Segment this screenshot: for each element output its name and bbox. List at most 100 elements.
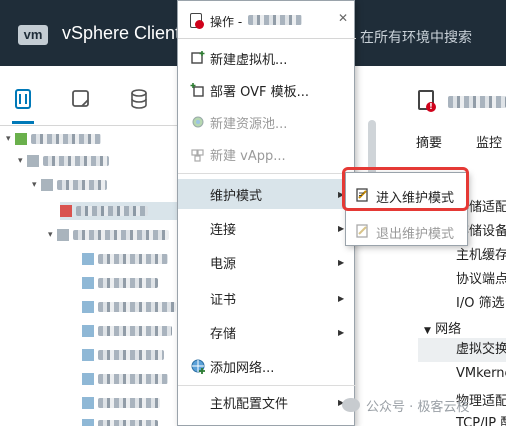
tree-node-vm[interactable] <box>82 416 158 426</box>
tree-node-vm[interactable] <box>82 250 168 268</box>
tree-node-cluster[interactable]: ▾ <box>32 176 107 194</box>
hosts-clusters-icon[interactable] <box>12 88 34 124</box>
wechat-icon <box>342 398 360 412</box>
inventory-nav-tabs <box>0 66 180 126</box>
app-title: vSphere Client <box>62 23 181 43</box>
context-menu-title: 操作 - <box>210 15 243 29</box>
vm-icon <box>82 253 94 265</box>
tab-monitor[interactable]: 监控 <box>476 132 502 151</box>
vm-icon <box>82 397 94 409</box>
menu-item-label: 添加网络... <box>210 360 275 376</box>
vm-icon <box>82 301 94 313</box>
chevron-right-icon: ▶ <box>338 327 345 337</box>
host-alert-icon <box>190 13 204 29</box>
tree-node-vm[interactable] <box>82 298 176 316</box>
context-menu-header: 操作 - ✕ <box>178 1 356 39</box>
config-item-vmkernel-adapters[interactable]: VMkerne <box>456 366 506 381</box>
global-search-input[interactable]: 在所有环境中搜索 <box>360 27 472 47</box>
chevron-down-icon[interactable]: ▾ <box>32 180 41 190</box>
obscured-label <box>98 398 160 408</box>
config-section-networking[interactable]: ▼ 网络 <box>424 318 461 337</box>
tree-node-vcenter[interactable]: ▾ <box>6 130 101 148</box>
menu-item-label: 电源 <box>210 256 237 272</box>
vmware-logo[interactable]: vm <box>18 25 48 45</box>
annotation-highlight-box <box>342 167 469 211</box>
menu-item-label: 主机配置文件 <box>210 396 289 412</box>
menu-item-label: 退出维护模式 <box>376 227 455 242</box>
resource-pool-icon <box>190 114 206 130</box>
vm-icon <box>82 373 94 385</box>
menu-item-label: 存储 <box>210 326 237 342</box>
config-item-host-cache[interactable]: 主机缓存 <box>456 244 506 263</box>
watermark-text: 公众号 · 极客云枝 <box>366 400 470 415</box>
alert-icon <box>195 20 204 29</box>
menu-item-new-resource-pool[interactable]: 新建资源池... <box>178 107 356 137</box>
chevron-down-icon[interactable]: ▾ <box>6 134 15 144</box>
menu-item-label: 维护模式 <box>210 188 263 204</box>
datacenter-icon <box>27 155 39 167</box>
tree-node-vm[interactable] <box>82 274 158 292</box>
obscured-label <box>76 206 148 216</box>
tree-node-datacenter[interactable]: ▾ <box>18 152 109 170</box>
vms-templates-icon[interactable] <box>70 88 92 110</box>
menu-item-new-vapp[interactable]: 新建 vApp... <box>178 139 356 169</box>
obscured-label <box>98 254 168 264</box>
obscured-label <box>57 180 107 190</box>
chevron-down-icon: ▼ <box>424 326 431 336</box>
object-detail-panel: ! 摘要 监控 存储适配 存储设备 主机缓存 协议端点 I/O 筛选 ▼ 网络 … <box>396 66 506 426</box>
menu-item-host-profiles[interactable]: 主机配置文件 ▶ <box>178 387 356 417</box>
vcenter-icon <box>15 133 27 145</box>
chevron-right-icon: ▶ <box>338 223 345 233</box>
exit-maintenance-mode-item[interactable]: 退出维护模式 <box>346 217 469 245</box>
menu-item-maintenance-mode[interactable]: 维护模式 ▶ <box>178 179 356 209</box>
deploy-ovf-icon <box>190 82 206 98</box>
tree-node-vm[interactable] <box>82 322 172 340</box>
chevron-right-icon: ▶ <box>338 293 345 303</box>
menu-item-label: 部署 OVF 模板... <box>210 84 310 100</box>
menu-item-add-networking[interactable]: 添加网络... <box>178 351 356 381</box>
tree-node-vm[interactable] <box>82 394 160 412</box>
obscured-label <box>31 134 101 144</box>
vm-icon <box>82 349 94 361</box>
menu-item-label: 新建虚拟机... <box>210 52 288 68</box>
alert-icon: ! <box>426 102 436 112</box>
menu-item-label: 证书 <box>210 292 237 308</box>
menu-item-storage[interactable]: 存储 ▶ <box>178 317 356 347</box>
obscured-host-name <box>448 96 506 108</box>
vm-icon <box>82 277 94 289</box>
vm-icon <box>82 419 94 426</box>
tab-summary[interactable]: 摘要 <box>416 132 442 151</box>
config-item-io-filters[interactable]: I/O 筛选 <box>456 292 505 311</box>
tree-node-selected-host[interactable] <box>60 202 180 220</box>
obscured-label <box>73 230 169 240</box>
tree-node-vm[interactable] <box>82 370 168 388</box>
config-item-protocol-endpoints[interactable]: 协议端点 <box>456 268 506 287</box>
storage-icon[interactable] <box>128 88 150 110</box>
menu-separator <box>178 173 356 174</box>
vm-icon <box>82 325 94 337</box>
menu-separator <box>178 385 356 386</box>
host-icon <box>57 229 69 241</box>
chevron-down-icon[interactable]: ▾ <box>18 156 27 166</box>
vapp-icon <box>190 146 206 162</box>
menu-item-connection[interactable]: 连接 ▶ <box>178 213 356 243</box>
add-network-icon <box>190 358 206 374</box>
obscured-label <box>98 326 172 336</box>
menu-item-label: 新建 vApp... <box>210 148 286 164</box>
obscured-label <box>98 278 158 288</box>
obscured-label <box>98 350 164 360</box>
menu-item-deploy-ovf[interactable]: 部署 OVF 模板... <box>178 75 356 105</box>
obscured-label <box>98 302 176 312</box>
host-alert-icon: ! <box>418 90 436 112</box>
menu-item-new-vm[interactable]: 新建虚拟机... <box>178 43 356 73</box>
obscured-label <box>98 420 158 426</box>
chevron-down-icon[interactable]: ▾ <box>48 230 57 240</box>
exit-maintenance-icon <box>356 224 370 238</box>
tree-node-vm[interactable] <box>82 346 164 364</box>
close-icon[interactable]: ✕ <box>338 11 348 25</box>
new-vm-icon <box>190 50 206 66</box>
menu-item-power[interactable]: 电源 ▶ <box>178 247 356 277</box>
tree-node-host[interactable]: ▾ <box>48 226 169 244</box>
config-item-virtual-switches[interactable]: 虚拟交换 <box>418 338 506 362</box>
menu-item-certificates[interactable]: 证书 ▶ <box>178 283 356 313</box>
